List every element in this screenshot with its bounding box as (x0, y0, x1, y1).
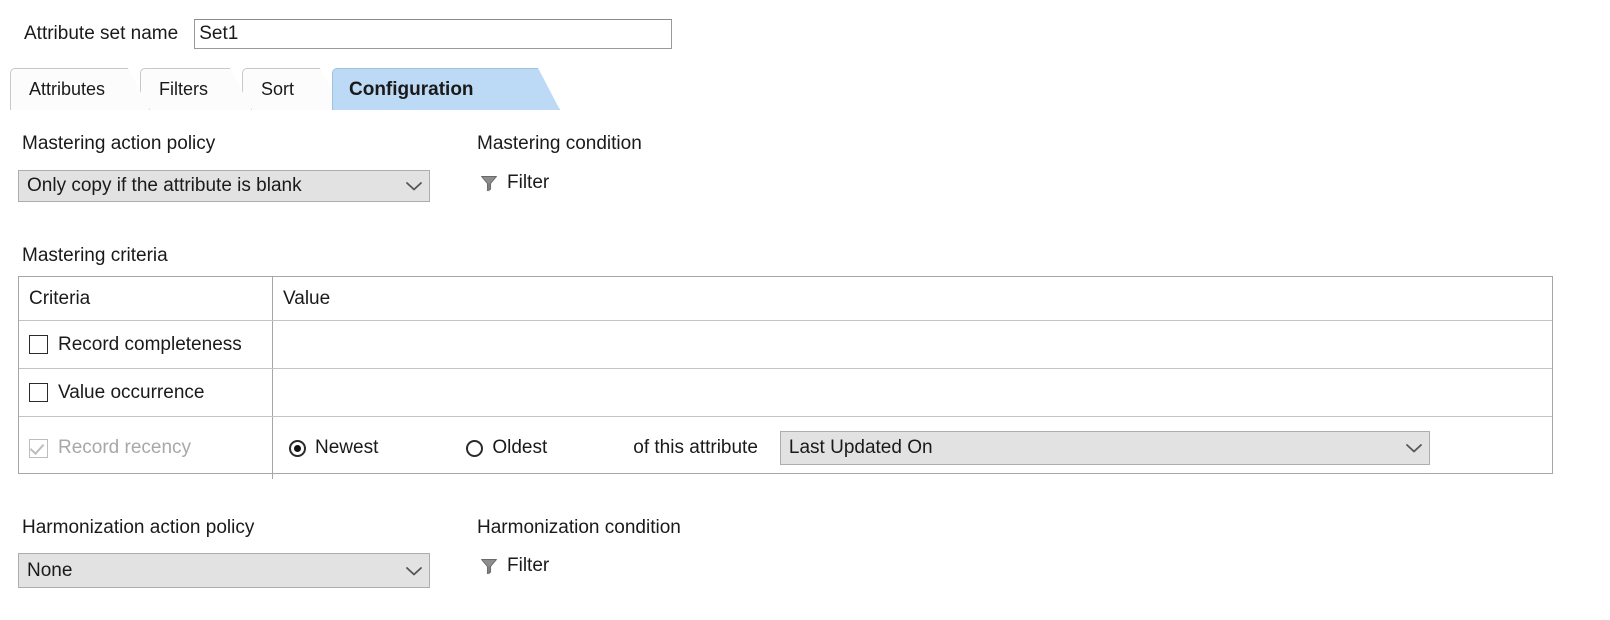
mastering-action-policy-value: Only copy if the attribute is blank (27, 175, 302, 196)
row-record-completeness-criteria: Record completeness (19, 321, 273, 368)
radio-icon-oldest (466, 439, 484, 457)
of-this-attribute-label: of this attribute (633, 437, 758, 458)
table-header-row: Criteria Value (19, 277, 1552, 321)
mastering-action-policy-label: Mastering action policy (22, 133, 216, 154)
column-header-criteria: Criteria (29, 287, 91, 309)
harmonization-condition-filter-button[interactable]: Filter (479, 555, 549, 577)
row-record-recency-criteria: Record recency (19, 417, 273, 479)
tab-filters-label: Filters (159, 79, 208, 99)
record-recency-attribute-select[interactable]: Last Updated On (779, 431, 1430, 465)
mastering-criteria-table: Criteria Value Record completeness Value… (18, 276, 1553, 479)
mastering-criteria-label: Mastering criteria (22, 245, 168, 266)
tab-sort-label: Sort (261, 79, 295, 99)
tab-attributes-label: Attributes (29, 79, 106, 99)
row-value-occurrence-value (273, 369, 1552, 416)
table-row: Value occurrence (19, 369, 1552, 417)
attribute-set-name-row: Attribute set name (24, 18, 673, 50)
radio-oldest-label: Oldest (492, 437, 548, 458)
tab-configuration[interactable]: Configuration (332, 68, 560, 110)
radio-icon-newest (289, 439, 306, 457)
label-record-completeness: Record completeness (58, 333, 242, 355)
row-record-recency-value: Newest Oldest of this attribute Last Upd… (273, 417, 1552, 479)
attribute-set-name-input[interactable] (194, 19, 673, 49)
chevron-down-icon (399, 565, 429, 577)
tab-strip: Attributes Filters Sort Configuration (10, 68, 630, 112)
funnel-icon (479, 556, 499, 576)
mastering-condition-label: Mastering condition (477, 133, 642, 154)
harmonization-action-policy-label: Harmonization action policy (22, 517, 255, 538)
radio-newest-label: Newest (315, 437, 379, 458)
record-recency-attribute-value: Last Updated On (788, 437, 933, 458)
table-header-criteria: Criteria (19, 277, 273, 320)
chevron-down-icon (1399, 442, 1429, 454)
table-header-value: Value (273, 277, 1552, 320)
tab-sort[interactable]: Sort (242, 68, 342, 110)
checkbox-record-completeness[interactable] (29, 335, 48, 354)
table-row: Record completeness (19, 321, 1552, 369)
attribute-set-name-label: Attribute set name (24, 23, 179, 44)
checkbox-record-recency (29, 438, 48, 458)
harmonization-filter-label: Filter (507, 555, 550, 576)
radio-oldest[interactable]: Oldest (466, 437, 547, 459)
table-row: Record recency Newest Oldest of this att… (19, 417, 1552, 479)
label-value-occurrence: Value occurrence (58, 381, 205, 403)
row-value-occurrence-criteria: Value occurrence (19, 369, 273, 416)
tab-filters[interactable]: Filters (140, 68, 252, 110)
row-record-completeness-value (273, 321, 1552, 368)
radio-newest[interactable]: Newest (289, 437, 378, 459)
mastering-action-policy-select[interactable]: Only copy if the attribute is blank (18, 170, 430, 202)
checkbox-value-occurrence[interactable] (29, 383, 48, 402)
tab-configuration-label: Configuration (349, 78, 474, 100)
harmonization-condition-label: Harmonization condition (477, 517, 681, 538)
harmonization-action-policy-select[interactable]: None (18, 553, 430, 588)
tab-attributes[interactable]: Attributes (10, 68, 150, 110)
harmonization-action-policy-value: None (27, 559, 73, 581)
chevron-down-icon (399, 180, 429, 192)
mastering-condition-filter-button[interactable]: Filter (479, 172, 549, 194)
mastering-filter-label: Filter (507, 172, 550, 193)
funnel-icon (479, 173, 499, 193)
column-header-value: Value (283, 287, 331, 309)
label-record-recency: Record recency (58, 437, 192, 458)
